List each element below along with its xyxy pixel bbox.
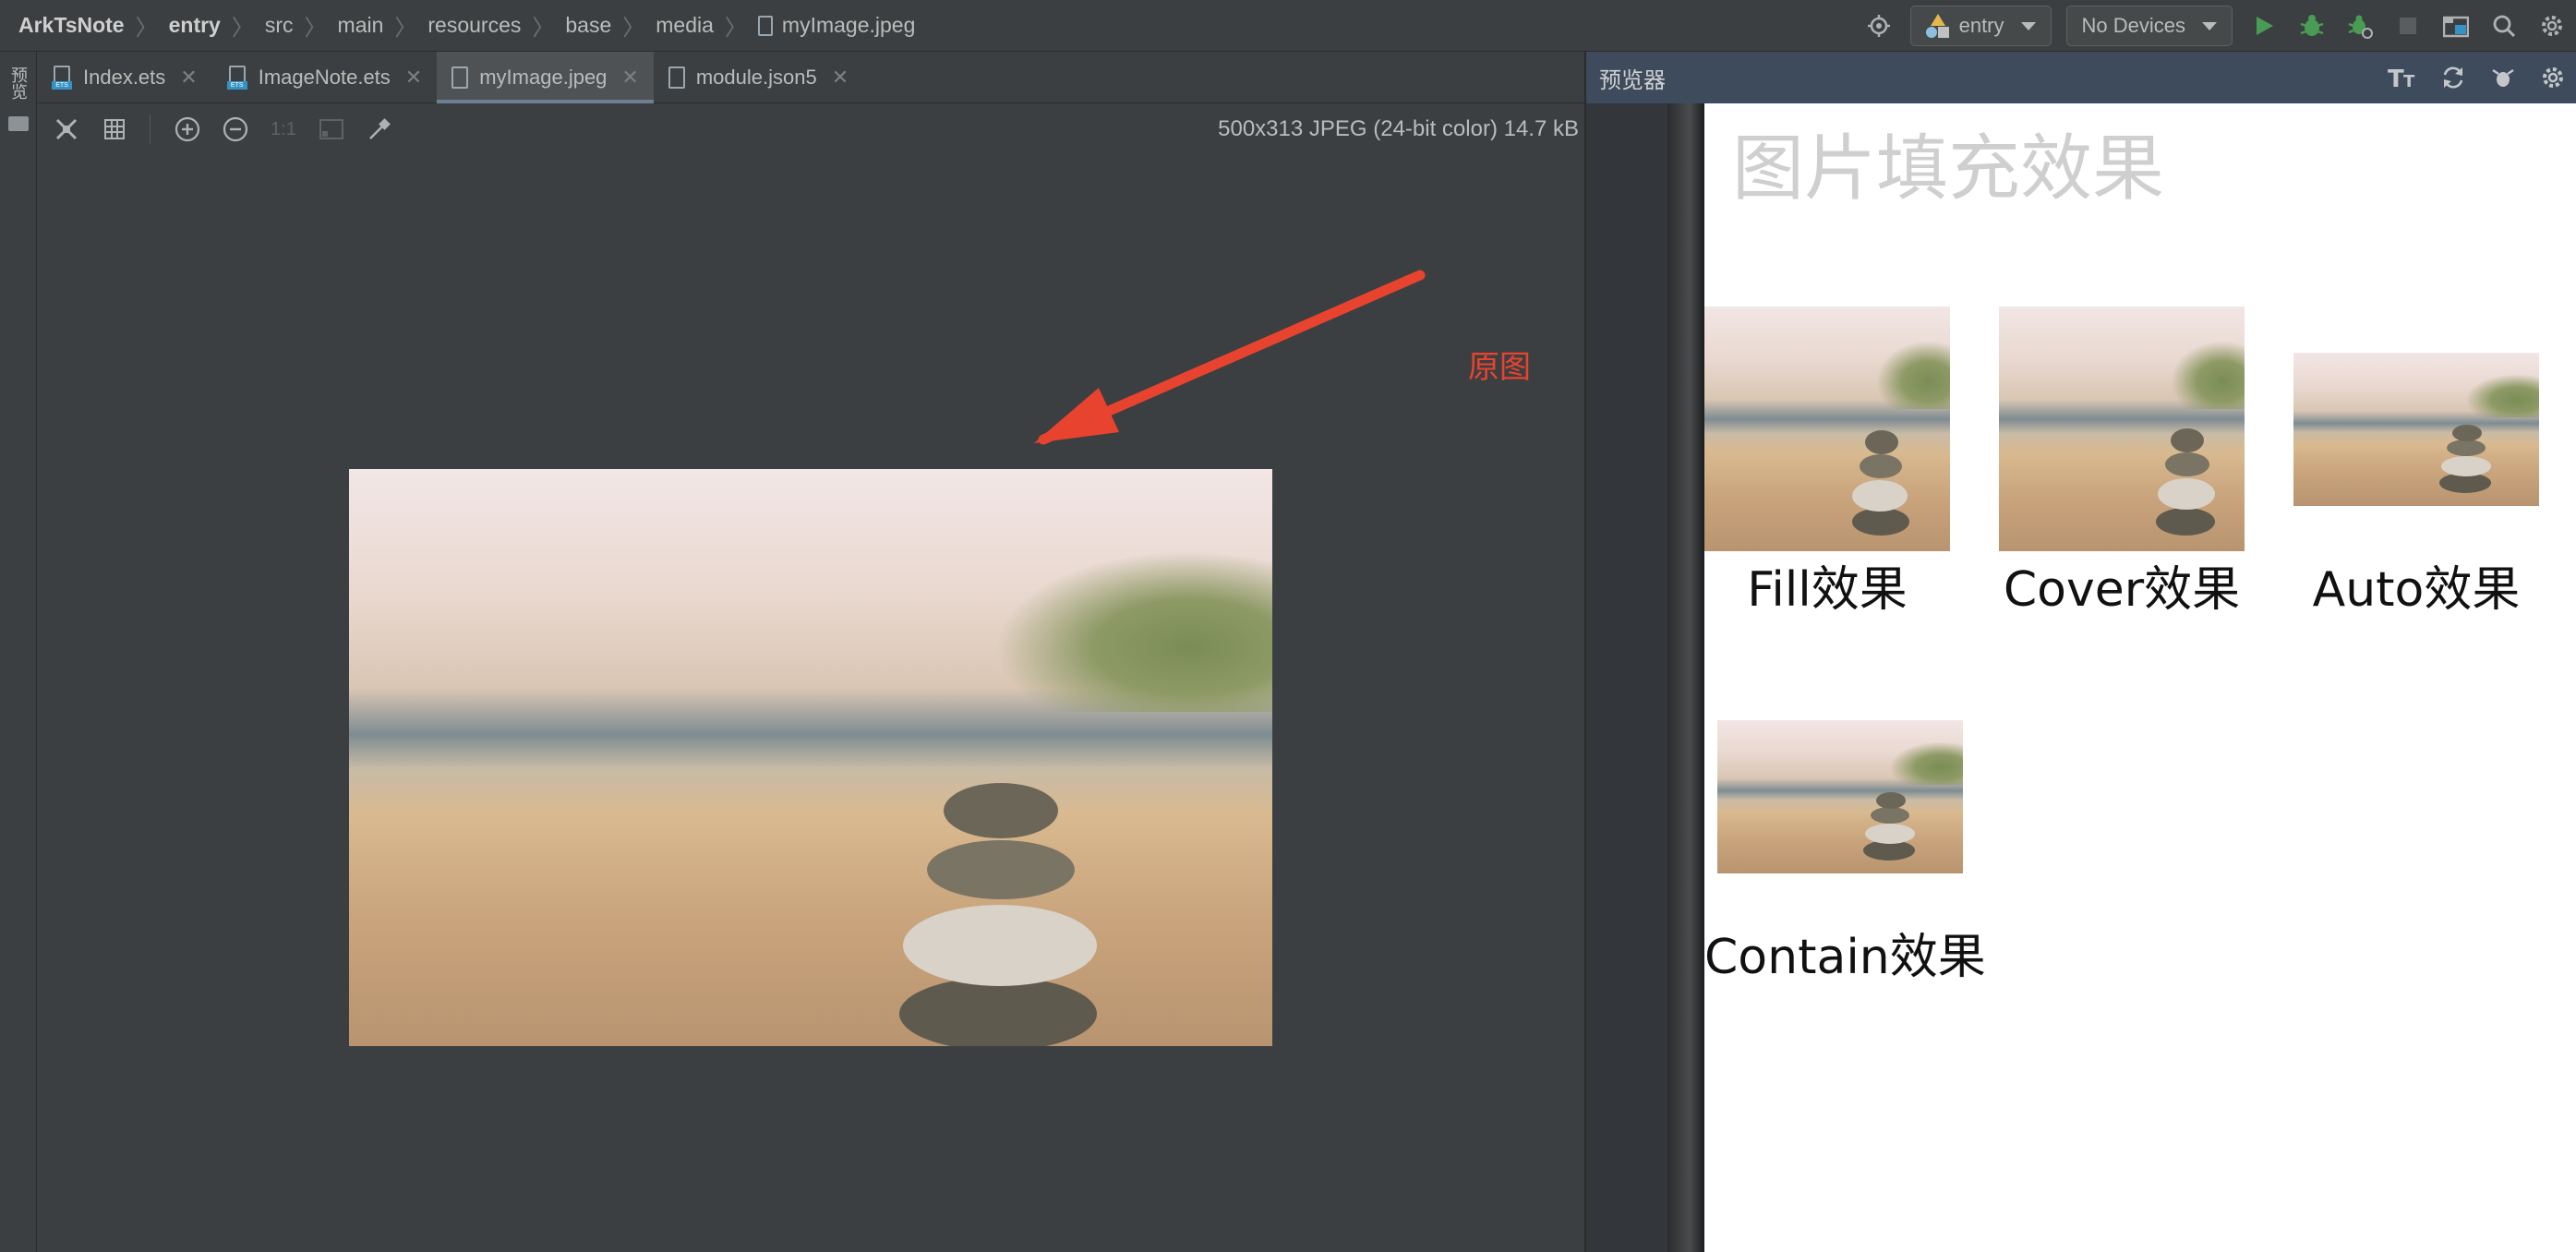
chevron-down-icon	[2202, 21, 2217, 30]
close-icon[interactable]: ✕	[405, 66, 422, 90]
image-file-icon	[451, 66, 469, 89]
navigation-bar: ArkTsNote 〉 entry 〉 src 〉 main 〉 resourc…	[0, 0, 2576, 52]
breadcrumb-src[interactable]: src	[265, 13, 294, 38]
grid-icon[interactable]	[96, 111, 133, 148]
cover-image	[1999, 307, 2245, 551]
contain-caption: Contain效果	[1704, 930, 1986, 985]
breadcrumb-separator-icon: 〉	[622, 16, 645, 41]
auto-image	[2293, 353, 2539, 506]
image-file-icon	[757, 15, 773, 36]
fill-image	[1704, 307, 1950, 551]
image-viewer-toolbar: 1:1 500x313 JPEG (24-bit color) 14.7 kB	[37, 103, 1584, 155]
preview-vertical-tab[interactable]: 预览	[6, 66, 30, 100]
breadcrumb-project[interactable]: ArkTsNote	[18, 13, 125, 38]
font-size-icon[interactable]: TT	[2385, 59, 2422, 96]
chevron-down-icon	[2020, 21, 2036, 30]
module-selector[interactable]: entry	[1909, 6, 2052, 46]
annotation-label: 原图	[1468, 350, 1531, 385]
attach-debugger-icon[interactable]	[2340, 6, 2380, 46]
module-icon	[1925, 14, 1950, 38]
zoom-in-icon[interactable]	[169, 111, 206, 148]
json-file-icon	[668, 66, 685, 89]
module-selector-label: entry	[1958, 14, 2004, 37]
previewer-tools: TT	[2378, 52, 2576, 103]
device-selector[interactable]: No Devices	[2065, 6, 2233, 46]
device-bezel	[1667, 103, 1704, 1252]
stop-icon[interactable]	[2388, 6, 2428, 46]
previewer-title: 预览器	[1599, 67, 1666, 93]
debug-icon[interactable]	[2292, 6, 2332, 46]
preview-heading: 图片填充效果	[1732, 127, 2165, 211]
tab-module-json5[interactable]: module.json5 ✕	[654, 52, 863, 103]
tab-index-ets[interactable]: ETS Index.ets ✕	[37, 52, 212, 103]
breadcrumb-separator-icon: 〉	[724, 16, 747, 41]
image-editor-canvas: 原图	[37, 155, 1584, 1252]
image-info: 500x313 JPEG (24-bit color) 14.7 kB	[1218, 116, 1579, 141]
ets-file-icon: ETS	[226, 66, 247, 90]
run-icon[interactable]	[2244, 6, 2284, 46]
main-toolbar: entry No Devices	[1855, 0, 2576, 52]
breadcrumb-separator-icon: 〉	[394, 16, 417, 41]
fit-to-window-icon[interactable]	[48, 111, 85, 148]
previewer-header: 预览器 TT	[1586, 52, 2576, 103]
close-icon[interactable]: ✕	[621, 66, 638, 90]
tab-label: Index.ets	[83, 66, 166, 89]
close-icon[interactable]: ✕	[180, 66, 197, 90]
tab-myimage-jpeg[interactable]: myImage.jpeg ✕	[437, 52, 654, 103]
previewer-panel: 预览器 TT 图片填充效果 Fill效果 Cover效果 Auto效果 Cont…	[1584, 52, 2576, 1252]
zoom-out-icon[interactable]	[217, 111, 254, 148]
breadcrumb-media[interactable]: media	[656, 13, 714, 38]
breadcrumb-separator-icon: 〉	[304, 16, 327, 41]
folder-icon[interactable]	[8, 116, 29, 131]
auto-caption: Auto效果	[2312, 562, 2521, 618]
tab-label: ImageNote.ets	[258, 66, 391, 89]
cover-caption: Cover效果	[2003, 562, 2241, 618]
breadcrumb-separator-icon: 〉	[231, 16, 254, 41]
breadcrumb-file[interactable]: myImage.jpeg	[782, 13, 915, 38]
color-picker-icon[interactable]	[361, 111, 398, 148]
settings-icon[interactable]	[2534, 59, 2571, 96]
device-selector-label: No Devices	[2081, 14, 2185, 37]
breadcrumb: ArkTsNote 〉 entry 〉 src 〉 main 〉 resourc…	[0, 9, 915, 42]
tab-imagenote-ets[interactable]: ETS ImageNote.ets ✕	[212, 52, 438, 103]
refresh-icon[interactable]	[2435, 59, 2472, 96]
tab-label: module.json5	[695, 66, 817, 89]
breadcrumb-separator-icon: 〉	[532, 16, 555, 41]
breadcrumb-module[interactable]: entry	[169, 13, 221, 38]
breadcrumb-base[interactable]: base	[565, 13, 611, 38]
settings-icon[interactable]	[2532, 6, 2572, 46]
search-icon[interactable]	[2484, 6, 2524, 46]
actual-size-button[interactable]: 1:1	[265, 111, 302, 148]
close-icon[interactable]: ✕	[832, 66, 849, 90]
breadcrumb-resources[interactable]: resources	[427, 13, 521, 38]
project-structure-icon[interactable]	[2436, 6, 2476, 46]
fill-caption: Fill效果	[1747, 562, 1908, 618]
ets-file-icon: ETS	[52, 66, 72, 90]
breadcrumb-main[interactable]: main	[338, 13, 384, 38]
svg-text:T: T	[2388, 66, 2404, 90]
breadcrumb-separator-icon: 〉	[135, 16, 158, 41]
left-tool-strip: 预览	[0, 52, 37, 1252]
background-toggle-icon[interactable]	[313, 111, 350, 148]
tab-label: myImage.jpeg	[479, 66, 608, 89]
contain-image	[1717, 720, 1963, 873]
inspector-icon[interactable]	[2485, 59, 2522, 96]
device-screen: 图片填充效果 Fill效果 Cover效果 Auto效果 Contain效果	[1704, 103, 2576, 1252]
svg-text:T: T	[2403, 72, 2415, 90]
original-image	[349, 469, 1272, 1046]
target-icon[interactable]	[1859, 6, 1899, 46]
editor-tabs: ETS Index.ets ✕ ETS ImageNote.ets ✕ myIm…	[37, 52, 1584, 103]
